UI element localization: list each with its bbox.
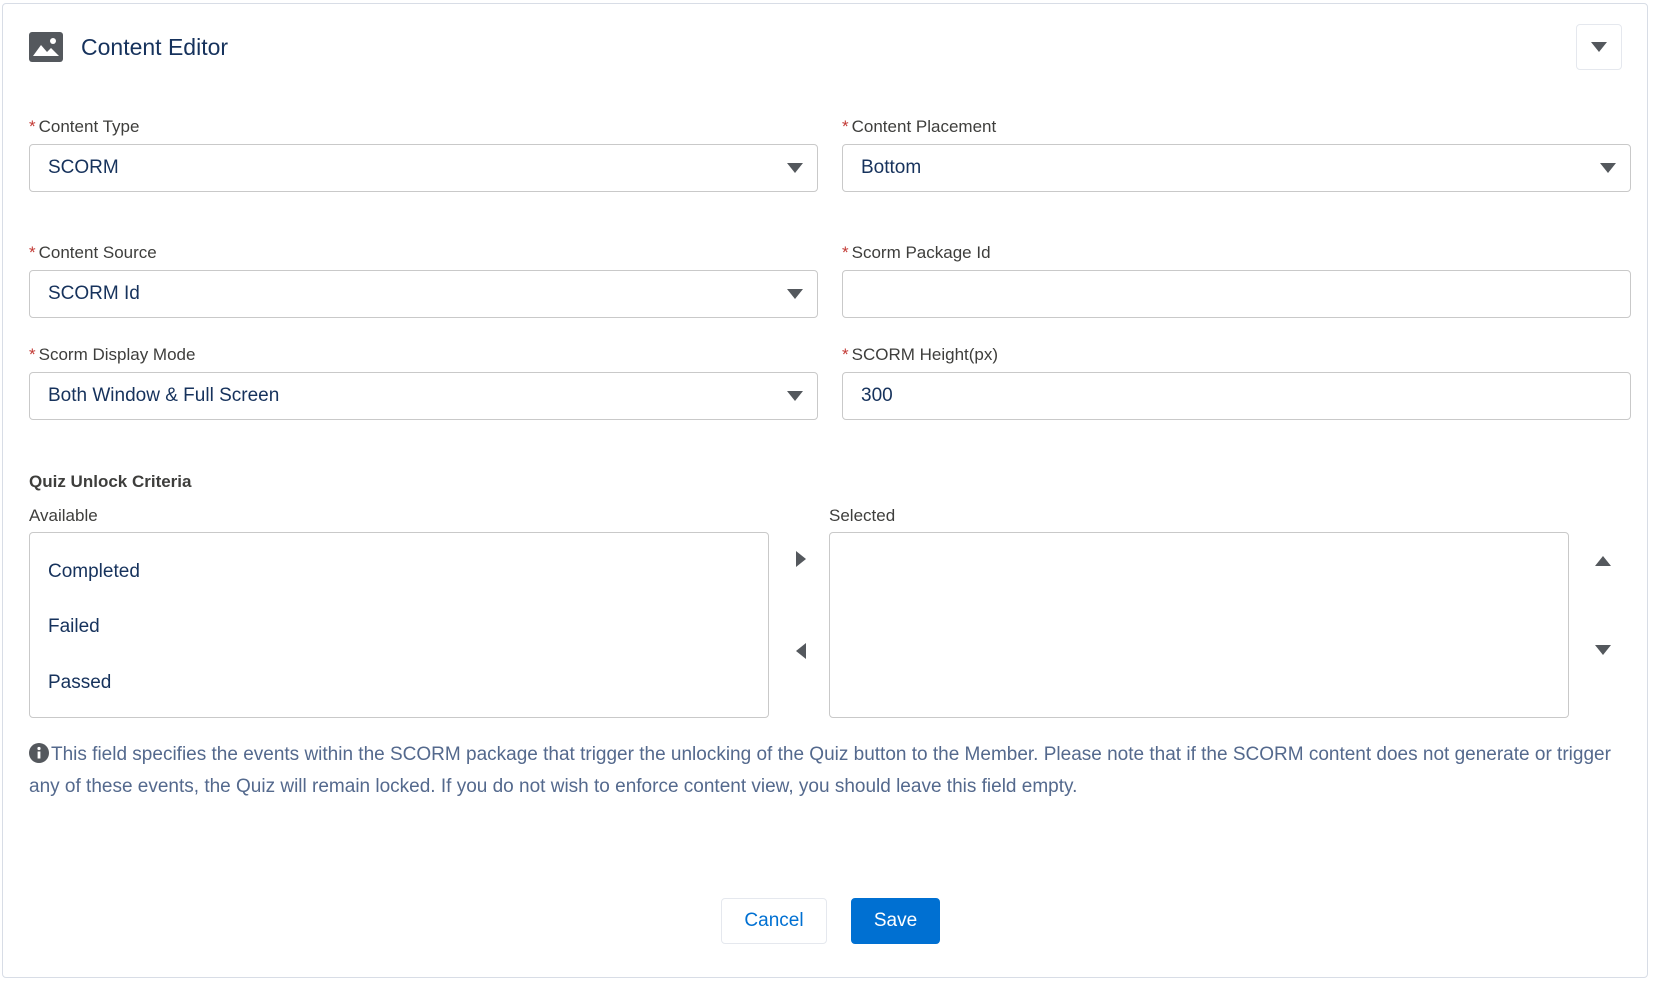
chevron-down-icon: [787, 163, 803, 173]
scorm-display-mode-label: Scorm Display Mode: [38, 345, 196, 364]
quiz-unlock-title: Quiz Unlock Criteria: [29, 472, 192, 491]
scorm-package-id-input[interactable]: [842, 270, 1631, 318]
chevron-down-icon: [787, 289, 803, 299]
list-item[interactable]: Failed: [48, 616, 100, 638]
content-source-field: * Content Source SCORM Id: [29, 242, 818, 318]
move-to-available-button[interactable]: [789, 639, 813, 663]
chevron-left-icon: [796, 643, 806, 659]
scorm-height-input[interactable]: 300: [842, 372, 1631, 420]
scorm-height-value: 300: [861, 385, 893, 406]
required-marker: *: [842, 243, 849, 262]
header-menu-button[interactable]: [1576, 24, 1622, 70]
content-source-value: SCORM Id: [48, 283, 140, 304]
scorm-display-mode-field: * Scorm Display Mode Both Window & Full S…: [29, 344, 818, 420]
content-type-value: SCORM: [48, 157, 119, 178]
list-item[interactable]: Completed: [48, 561, 140, 583]
content-type-label: Content Type: [38, 117, 140, 136]
chevron-down-icon: [1595, 645, 1611, 655]
chevron-down-icon: [787, 391, 803, 401]
help-text: This field specifies the events within t…: [29, 739, 1629, 803]
content-placement-value: Bottom: [861, 157, 922, 178]
help-text-content: This field specifies the events within t…: [29, 744, 1611, 797]
content-placement-field: * Content Placement Bottom: [842, 116, 1631, 192]
page-title: Content Editor: [81, 33, 229, 60]
selected-listbox[interactable]: [829, 532, 1569, 718]
chevron-up-icon: [1595, 556, 1611, 566]
content-editor-card: Content Editor * Content Type SCORM * Cont…: [2, 3, 1648, 978]
scorm-package-id-field: * Scorm Package Id: [842, 242, 1631, 318]
list-item[interactable]: Passed: [48, 672, 111, 694]
content-type-field: * Content Type SCORM: [29, 116, 818, 192]
available-listbox[interactable]: Completed Failed Passed: [29, 532, 769, 718]
required-marker: *: [842, 345, 849, 364]
chevron-right-icon: [796, 551, 806, 567]
available-label: Available: [29, 506, 98, 525]
content-type-select[interactable]: SCORM: [29, 144, 818, 192]
card-header: Content Editor: [29, 32, 228, 62]
move-to-selected-button[interactable]: [789, 547, 813, 571]
content-placement-label: Content Placement: [851, 117, 997, 136]
required-marker: *: [29, 243, 36, 262]
chevron-down-icon: [1591, 42, 1607, 52]
scorm-display-mode-select[interactable]: Both Window & Full Screen: [29, 372, 818, 420]
content-source-label: Content Source: [38, 243, 157, 262]
selected-label: Selected: [829, 506, 896, 525]
scorm-display-mode-value: Both Window & Full Screen: [48, 385, 280, 406]
required-marker: *: [29, 117, 36, 136]
scorm-height-label: SCORM Height(px): [851, 345, 999, 364]
scorm-package-id-label: Scorm Package Id: [851, 243, 991, 262]
save-button[interactable]: Save: [851, 898, 940, 944]
cancel-button[interactable]: Cancel: [721, 898, 827, 944]
move-up-button[interactable]: [1591, 549, 1615, 573]
required-marker: *: [29, 345, 36, 364]
content-placement-select[interactable]: Bottom: [842, 144, 1631, 192]
scorm-height-field: * SCORM Height(px) 300: [842, 344, 1631, 420]
required-marker: *: [842, 117, 849, 136]
content-source-select[interactable]: SCORM Id: [29, 270, 818, 318]
move-down-button[interactable]: [1591, 638, 1615, 662]
image-icon: [29, 32, 63, 62]
chevron-down-icon: [1600, 163, 1616, 173]
info-icon: [29, 743, 49, 763]
